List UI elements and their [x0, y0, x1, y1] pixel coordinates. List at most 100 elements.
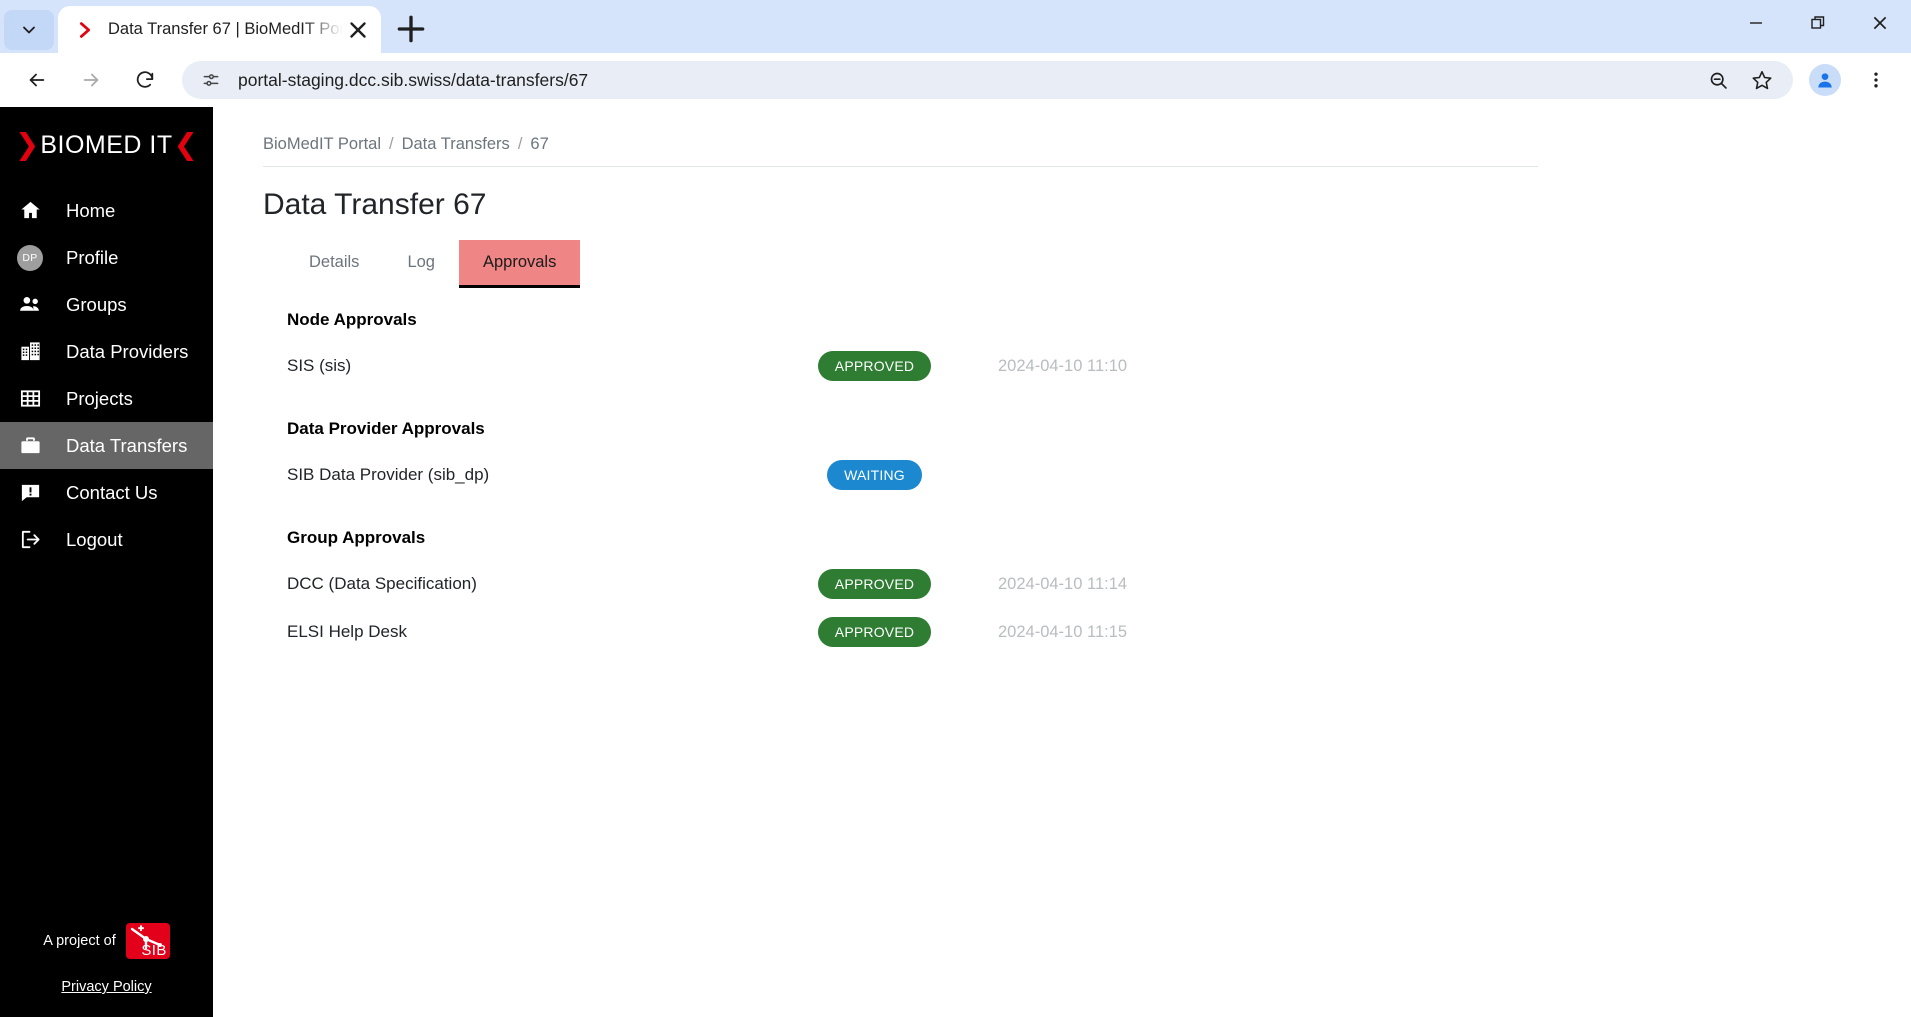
- section-group-approvals: Group Approvals DCC (Data Specification)…: [287, 528, 1863, 651]
- project-of-block: A project of SIB: [0, 923, 213, 959]
- window-controls: [1725, 0, 1911, 46]
- status-badge: APPROVED: [817, 617, 932, 647]
- sib-logo-text: SIB: [141, 942, 167, 959]
- forward-button[interactable]: [70, 59, 112, 101]
- sidebar-item-label: Logout: [66, 528, 123, 550]
- table-row: SIS (sis) APPROVED 2024-04-10 11:10: [287, 347, 1863, 385]
- approval-timestamp: 2024-04-10 11:10: [998, 356, 1128, 375]
- approval-entity-name: SIB Data Provider (sib_dp): [287, 465, 490, 484]
- reload-button[interactable]: [124, 59, 166, 101]
- status-badge: APPROVED: [817, 351, 932, 381]
- address-bar[interactable]: portal-staging.dcc.sib.swiss/data-transf…: [182, 61, 1793, 99]
- section-heading: Data Provider Approvals: [287, 419, 485, 438]
- status-cell: APPROVED: [807, 351, 942, 381]
- sidebar-item-projects[interactable]: Projects: [0, 375, 213, 422]
- breadcrumb-separator: /: [517, 135, 523, 153]
- status-cell: APPROVED: [807, 569, 942, 599]
- browser-tab-title: Data Transfer 67 | BioMedIT Por: [108, 20, 345, 38]
- logo-wordmark: BIOMED IT: [40, 130, 173, 159]
- browser-tab-strip: Data Transfer 67 | BioMedIT Por: [0, 0, 1911, 53]
- tab-log[interactable]: Log: [383, 240, 459, 288]
- sib-logo[interactable]: SIB: [125, 923, 170, 959]
- status-badge: WAITING: [827, 460, 922, 490]
- grid-icon: [14, 387, 46, 410]
- people-icon: [14, 292, 46, 317]
- breadcrumb-item-portal[interactable]: BioMedIT Portal: [263, 135, 381, 154]
- section-heading: Group Approvals: [287, 528, 426, 547]
- sidebar-item-logout[interactable]: Logout: [0, 516, 213, 563]
- sidebar: ❯ BIOMED IT ❮ Home DP Profile Groups Dat…: [0, 107, 213, 1017]
- breadcrumb-item-current: 67: [530, 135, 549, 153]
- table-row: DCC (Data Specification) APPROVED 2024-0…: [287, 565, 1863, 603]
- logo-right-chevron-icon: ❮: [173, 128, 198, 161]
- breadcrumb-item-data-transfers[interactable]: Data Transfers: [402, 135, 510, 154]
- profile-initials-avatar: DP: [14, 244, 46, 271]
- approval-entity-name: SIS (sis): [287, 356, 352, 375]
- building-icon: [14, 340, 46, 363]
- sidebar-item-label: Home: [66, 199, 116, 221]
- url-text: portal-staging.dcc.sib.swiss/data-transf…: [238, 69, 589, 90]
- table-row: ELSI Help Desk APPROVED 2024-04-10 11:15: [287, 613, 1863, 651]
- maximize-window-button[interactable]: [1787, 0, 1849, 46]
- tab-search-icon[interactable]: [4, 10, 54, 50]
- project-of-label: A project of: [43, 933, 116, 949]
- section-data-provider-approvals: Data Provider Approvals SIB Data Provide…: [287, 419, 1863, 494]
- close-tab-icon[interactable]: [345, 17, 371, 43]
- home-icon: [14, 199, 46, 222]
- briefcase-icon: [14, 434, 46, 457]
- breadcrumb-separator: /: [389, 135, 394, 153]
- bookmark-star-icon[interactable]: [1745, 63, 1779, 97]
- sidebar-item-groups[interactable]: Groups: [0, 281, 213, 328]
- sidebar-item-label: Profile: [66, 246, 119, 268]
- sidebar-item-contact-us[interactable]: Contact Us: [0, 469, 213, 516]
- section-heading: Node Approvals: [287, 310, 417, 329]
- profile-avatar-icon[interactable]: [1809, 64, 1841, 96]
- page-content: ❯ BIOMED IT ❮ Home DP Profile Groups Dat…: [0, 107, 1911, 1017]
- sidebar-footer: A project of SIB Privacy Policy: [0, 923, 213, 1017]
- site-settings-icon[interactable]: [198, 67, 224, 93]
- status-cell: WAITING: [807, 460, 942, 490]
- approval-entity-name: ELSI Help Desk: [287, 622, 407, 641]
- tab-approvals[interactable]: Approvals: [458, 240, 581, 288]
- table-row: SIB Data Provider (sib_dp) WAITING: [287, 456, 1863, 494]
- biomedit-chevron-favicon: [74, 19, 96, 41]
- sidebar-item-home[interactable]: Home: [0, 187, 213, 234]
- browser-tab[interactable]: Data Transfer 67 | BioMedIT Por: [58, 6, 381, 53]
- back-button[interactable]: [16, 59, 58, 101]
- three-dot-menu-icon[interactable]: [1855, 59, 1897, 101]
- approval-timestamp: 2024-04-10 11:15: [998, 622, 1128, 641]
- status-badge: APPROVED: [817, 569, 932, 599]
- sidebar-item-profile[interactable]: DP Profile: [0, 234, 213, 281]
- message-alert-icon: [14, 481, 46, 504]
- zoom-out-icon[interactable]: [1701, 63, 1735, 97]
- browser-window: Data Transfer 67 | BioMedIT Por portal-s…: [0, 0, 1911, 1017]
- privacy-policy-link[interactable]: Privacy Policy: [0, 979, 213, 995]
- sidebar-item-label: Projects: [66, 387, 133, 409]
- section-node-approvals: Node Approvals SIS (sis) APPROVED 2024-0…: [287, 310, 1863, 385]
- avatar-initials: DP: [17, 244, 43, 271]
- sidebar-item-data-transfers[interactable]: Data Transfers: [0, 422, 213, 469]
- sidebar-item-label: Data Transfers: [66, 434, 188, 456]
- sidebar-item-label: Data Providers: [66, 340, 189, 362]
- minimize-window-button[interactable]: [1725, 0, 1787, 46]
- breadcrumb: BioMedIT Portal / Data Transfers / 67: [263, 135, 1538, 167]
- sidebar-item-label: Groups: [66, 293, 127, 315]
- logout-icon: [14, 528, 46, 551]
- page-title: Data Transfer 67: [263, 188, 487, 221]
- biomedit-logo[interactable]: ❯ BIOMED IT ❮: [0, 121, 213, 169]
- new-tab-button[interactable]: [391, 9, 431, 49]
- browser-toolbar: portal-staging.dcc.sib.swiss/data-transf…: [0, 53, 1911, 107]
- sidebar-nav: Home DP Profile Groups Data Providers Pr…: [0, 187, 213, 563]
- approval-timestamp: 2024-04-10 11:14: [998, 574, 1128, 593]
- logo-left-chevron-icon: ❯: [15, 128, 40, 161]
- toolbar-right-group: [1799, 59, 1901, 101]
- sidebar-item-data-providers[interactable]: Data Providers: [0, 328, 213, 375]
- tab-details[interactable]: Details: [285, 240, 383, 288]
- main-content: BioMedIT Portal / Data Transfers / 67 Da…: [213, 107, 1911, 1017]
- close-window-button[interactable]: [1849, 0, 1911, 46]
- status-cell: APPROVED: [807, 617, 942, 647]
- approval-entity-name: DCC (Data Specification): [287, 574, 477, 593]
